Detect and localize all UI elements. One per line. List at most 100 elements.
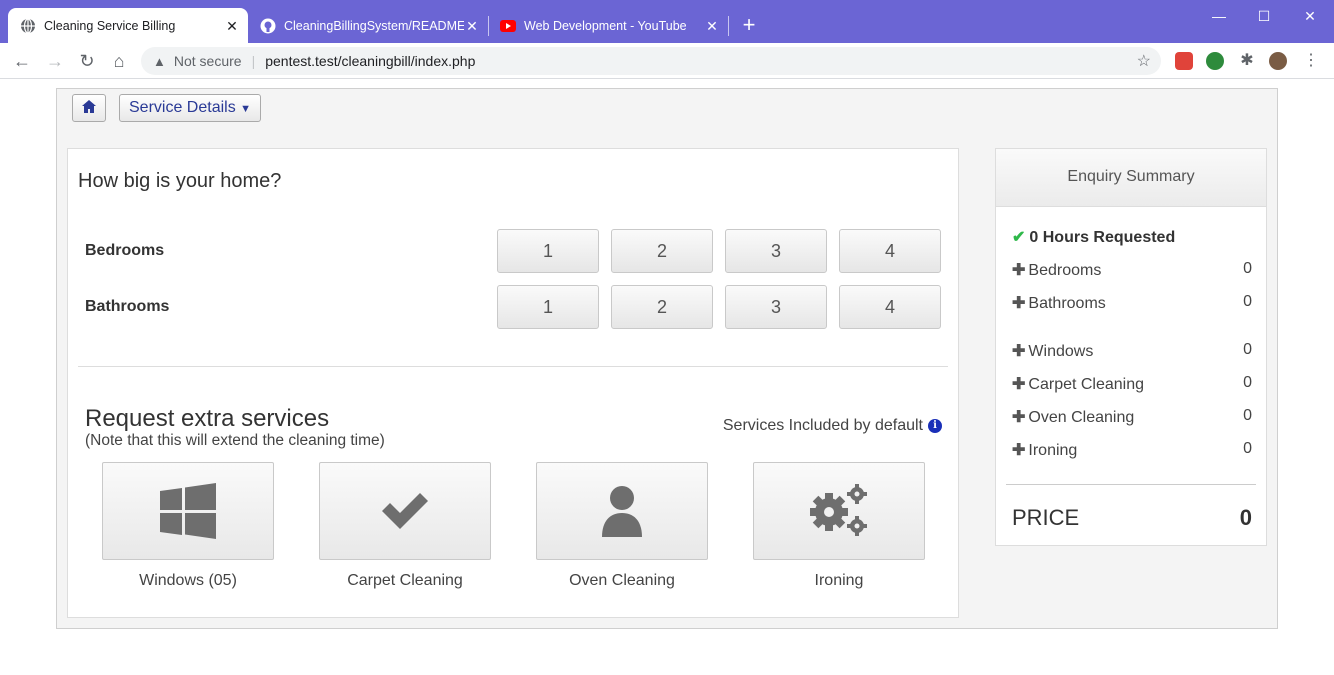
globe-icon [20, 17, 36, 34]
oven-cleaning-service-label: Oven Cleaning [569, 572, 675, 589]
tab-readme[interactable]: CleaningBillingSystem/README.md ✕ [248, 8, 488, 43]
summary-row-label: Bedrooms [1028, 262, 1102, 279]
tab-title: Web Development - YouTube [524, 18, 687, 33]
extras-note: (Note that this will extend the cleaning… [85, 432, 385, 449]
home-icon[interactable]: ⌂ [107, 49, 131, 73]
ironing-service-label: Ironing [814, 572, 864, 589]
divider [1006, 484, 1256, 485]
menu-icon[interactable]: ⋮ [1302, 52, 1320, 70]
close-icon[interactable]: ✕ [224, 18, 240, 34]
page-content: Service Details ▼ How big is your home? … [0, 79, 1334, 675]
youtube-icon [500, 18, 516, 34]
carpet-cleaning-service-button[interactable] [319, 462, 491, 560]
summary-row-label: Bathrooms [1028, 295, 1106, 312]
summary-row-windows: ✚ Windows 0 [1012, 341, 1252, 361]
services-included-label: Services Included by default i [723, 417, 942, 435]
new-tab-button[interactable]: + [738, 14, 760, 36]
summary-row-ironing: ✚ Ironing 0 [1012, 440, 1252, 460]
forward-arrow-icon[interactable]: → [43, 49, 67, 73]
hours-requested: ✔ 0 Hours Requested [1012, 227, 1175, 247]
summary-row-oven-cleaning: ✚ Oven Cleaning 0 [1012, 407, 1252, 427]
hours-requested-label: 0 Hours Requested [1029, 229, 1176, 246]
summary-row-bathrooms: ✚ Bathrooms 0 [1012, 293, 1252, 313]
github-icon [260, 18, 276, 34]
user-icon [602, 486, 642, 537]
tab-title: Cleaning Service Billing [44, 18, 176, 33]
price-value: 0 [1239, 505, 1252, 530]
caret-down-icon: ▼ [240, 103, 252, 115]
plus-icon: ✚ [1012, 442, 1026, 459]
minimize-button[interactable]: — [1196, 4, 1242, 28]
enquiry-summary-panel: Enquiry Summary ✔ 0 Hours Requested ✚ Bedr… [995, 148, 1267, 546]
info-icon[interactable]: i [928, 419, 942, 433]
maximize-button[interactable]: ☐ [1241, 4, 1287, 28]
plus-icon: ✚ [1012, 343, 1026, 360]
summary-row-label: Carpet Cleaning [1028, 376, 1145, 393]
summary-row-label: Windows [1028, 343, 1094, 360]
check-icon: ✔ [1012, 229, 1026, 246]
service-details-label: Service Details [129, 99, 236, 116]
divider [78, 366, 948, 367]
extension-icon[interactable] [1206, 52, 1224, 70]
avatar[interactable] [1269, 52, 1287, 70]
home-size-title: How big is your home? [78, 170, 282, 192]
summary-row-value: 0 [1243, 341, 1252, 358]
summary-row-carpet-cleaning: ✚ Carpet Cleaning 0 [1012, 374, 1252, 394]
summary-row-value: 0 [1243, 293, 1252, 310]
carpet-cleaning-service-label: Carpet Cleaning [347, 572, 463, 589]
summary-row-value: 0 [1243, 440, 1252, 457]
windows-service-button[interactable] [102, 462, 274, 560]
tab-separator [728, 16, 729, 36]
bathrooms-4-button[interactable]: 4 [839, 285, 941, 329]
summary-row-value: 0 [1243, 407, 1252, 424]
windows-service-label: Windows (05) [139, 572, 237, 589]
bedrooms-1-button[interactable]: 1 [497, 229, 599, 273]
bedrooms-2-button[interactable]: 2 [611, 229, 713, 273]
main-container: Service Details ▼ How big is your home? … [56, 88, 1278, 629]
bathrooms-3-button[interactable]: 3 [725, 285, 827, 329]
address-bar[interactable]: ▲ Not secure | pentest.test/cleaningbill… [141, 47, 1161, 75]
ironing-service-button[interactable] [753, 462, 925, 560]
pocket-extension-icon[interactable] [1175, 52, 1193, 70]
bedrooms-4-button[interactable]: 4 [839, 229, 941, 273]
close-window-button[interactable]: ✕ [1287, 4, 1333, 28]
plus-icon: ✚ [1012, 262, 1026, 279]
back-arrow-icon[interactable]: ← [10, 49, 34, 73]
tab-youtube[interactable]: Web Development - YouTube ✕ [488, 8, 728, 43]
services-included-text: Services Included by default [722, 417, 923, 434]
bathrooms-label: Bathrooms [85, 298, 170, 315]
summary-row-label: Ironing [1028, 442, 1078, 459]
extras-title: Request extra services [85, 405, 330, 432]
close-icon[interactable]: ✕ [464, 18, 480, 34]
oven-cleaning-service-button[interactable] [536, 462, 708, 560]
price-label: PRICE [1012, 505, 1080, 530]
close-icon[interactable]: ✕ [704, 18, 720, 34]
tab-cleaning-service-billing[interactable]: Cleaning Service Billing ✕ [8, 8, 248, 43]
browser-toolbar: ← → ↻ ⌂ ▲ Not secure | pentest.test/clea… [0, 43, 1334, 79]
windows-icon [160, 483, 216, 539]
bathrooms-2-button[interactable]: 2 [611, 285, 713, 329]
reload-icon[interactable]: ↻ [75, 49, 99, 73]
plus-icon: ✚ [1012, 376, 1026, 393]
star-icon[interactable]: ☆ [1137, 51, 1151, 71]
plus-icon: ✚ [1012, 409, 1026, 426]
check-icon [382, 493, 428, 529]
bathrooms-1-button[interactable]: 1 [497, 285, 599, 329]
plus-icon: ✚ [1012, 295, 1026, 312]
bedrooms-3-button[interactable]: 3 [725, 229, 827, 273]
puzzle-icon[interactable]: ✱ [1238, 52, 1256, 70]
summary-row-label: Oven Cleaning [1028, 409, 1135, 426]
price-row: PRICE 0 [1012, 505, 1252, 531]
tab-strip: Cleaning Service Billing ✕ CleaningBilli… [0, 0, 1334, 43]
service-details-dropdown[interactable]: Service Details ▼ [119, 94, 262, 122]
gears-icon [810, 484, 867, 536]
url-text[interactable]: pentest.test/cleaningbill/index.php [265, 53, 475, 69]
bedrooms-label: Bedrooms [85, 242, 165, 259]
home-button[interactable] [72, 94, 106, 122]
home-icon [82, 100, 96, 113]
tab-title: CleaningBillingSystem/README.md [284, 18, 464, 33]
warning-icon: ▲ [153, 53, 166, 69]
summary-row-value: 0 [1243, 260, 1252, 277]
summary-title: Enquiry Summary [996, 149, 1266, 207]
divider: | [251, 53, 256, 69]
